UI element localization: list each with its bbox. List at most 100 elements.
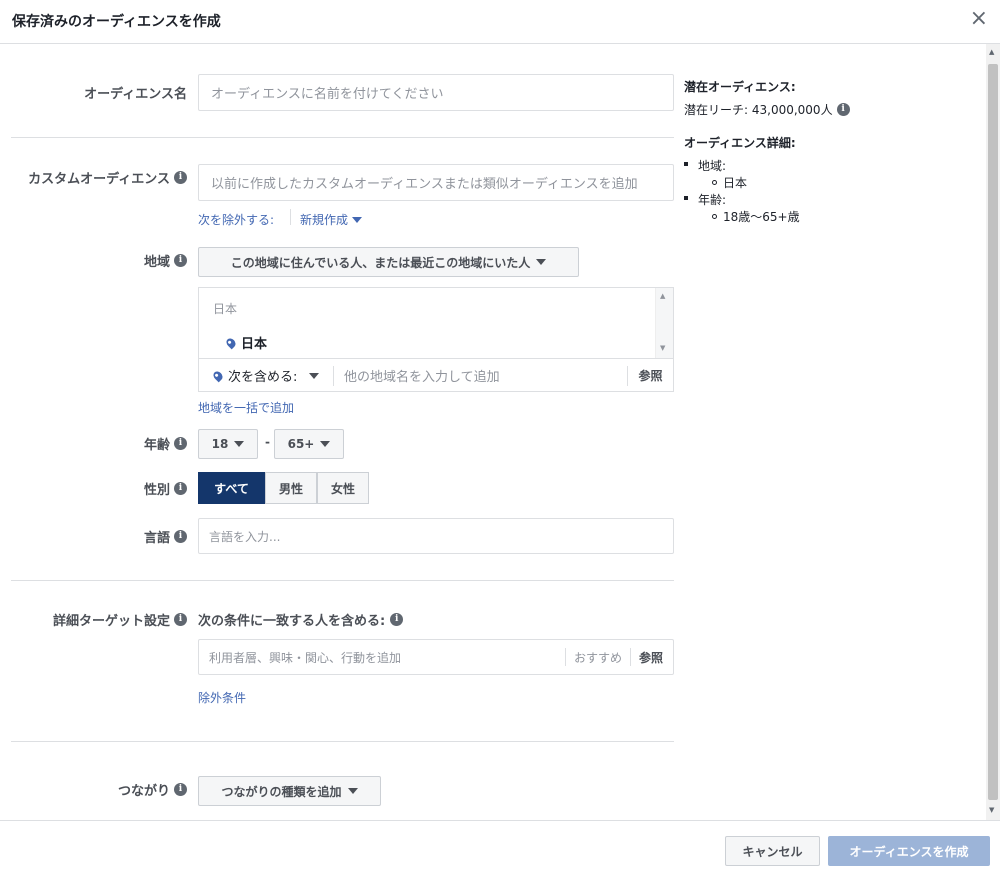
targeting-browse-button[interactable]: 参照 <box>629 648 673 666</box>
gender-option-female[interactable]: 女性 <box>317 472 369 504</box>
detailed-targeting-condition: 次の条件に一致する人を含める: i <box>198 609 404 629</box>
detail-age: 年齢: 18歳～65+歳 <box>684 191 974 225</box>
include-dropdown[interactable]: 次を含める: <box>199 365 334 386</box>
bullet-icon <box>684 196 688 200</box>
info-icon[interactable]: i <box>836 103 850 116</box>
gender-option-male[interactable]: 男性 <box>265 472 317 504</box>
location-item[interactable]: 日本 <box>224 333 268 352</box>
chevron-down-icon <box>234 441 245 447</box>
info-icon[interactable]: i <box>174 481 187 495</box>
location-pin-icon <box>211 369 225 382</box>
connections-dropdown-text: つながりの種類を追加 <box>221 784 342 799</box>
audience-name-label-text: オーディエンス名 <box>84 86 187 102</box>
potential-reach-text: 潜在リーチ: 43,000,000人 <box>684 103 833 117</box>
condition-text: 次の条件に一致する人を含める: <box>198 613 386 629</box>
link-separator <box>290 209 291 225</box>
create-new-text: 新規作成 <box>300 213 349 227</box>
custom-audience-label: カスタムオーディエンス i <box>11 167 187 187</box>
info-icon[interactable]: i <box>174 612 187 626</box>
audience-name-input[interactable]: オーディエンスに名前を付けてください <box>198 74 674 111</box>
scrollbar[interactable]: ▲ ▼ <box>986 44 1000 820</box>
detail-age-label: 年齢: <box>698 193 727 207</box>
chevron-down-icon <box>320 441 331 447</box>
location-item-text: 日本 <box>241 337 268 352</box>
detailed-targeting-placeholder: 利用者層、興味・関心、行動を追加 <box>209 650 402 665</box>
location-group-header: 日本 <box>213 302 238 316</box>
detailed-targeting-label-text: 詳細ターゲット設定 <box>52 613 170 629</box>
scroll-down-icon[interactable]: ▼ <box>989 806 994 814</box>
location-label-text: 地域 <box>143 254 170 270</box>
detailed-targeting-input[interactable]: 利用者層、興味・関心、行動を追加 おすすめ 参照 <box>198 639 674 675</box>
scroll-up-icon[interactable]: ▲ <box>660 292 665 300</box>
location-box: 日本 日本 ▲ ▼ 次を含める: 他の地域名を入力して追加 参照 <box>198 287 674 392</box>
potential-reach: 潜在リーチ: 43,000,000人 i <box>684 101 974 118</box>
language-label-text: 言語 <box>143 530 170 546</box>
footer-divider <box>0 820 1000 821</box>
location-list-scrollbar[interactable]: ▲ ▼ <box>655 288 673 358</box>
scroll-thumb[interactable] <box>988 64 998 800</box>
potential-audience-title: 潜在オーディエンス: <box>684 80 796 94</box>
create-new-link[interactable]: 新規作成 <box>300 211 363 228</box>
location-type-dropdown[interactable]: この地域に住んでいる人、または最近この地域にいた人 <box>198 247 579 277</box>
info-icon[interactable]: i <box>174 436 187 450</box>
dialog-header: 保存済みのオーディエンスを作成 × <box>0 0 1000 44</box>
audience-name-label: オーディエンス名 <box>11 82 187 102</box>
custom-audience-input[interactable]: 以前に作成したカスタムオーディエンスまたは類似オーディエンスを追加 <box>198 164 674 201</box>
info-icon[interactable]: i <box>390 612 404 626</box>
circle-bullet-icon <box>712 180 717 185</box>
exclude-custom-link[interactable]: 次を除外する: <box>198 211 274 228</box>
divider <box>11 137 674 138</box>
age-separator: - <box>265 435 270 449</box>
gender-selector: すべて 男性 女性 <box>198 472 369 504</box>
chevron-down-icon <box>309 372 320 379</box>
dialog-title: 保存済みのオーディエンスを作成 <box>12 14 221 30</box>
divider <box>11 580 674 581</box>
connections-label: つながり i <box>11 779 187 799</box>
exclude-targeting-link[interactable]: 除外条件 <box>198 689 246 706</box>
audience-details-title: オーディエンス詳細: <box>684 136 796 150</box>
chevron-down-icon <box>347 788 358 794</box>
detail-location-value: 日本 <box>712 174 974 191</box>
cancel-button[interactable]: キャンセル <box>725 836 820 866</box>
age-label-text: 年齢 <box>143 437 170 453</box>
scroll-up-icon[interactable]: ▲ <box>989 48 994 56</box>
age-max-text: 65+ <box>287 437 315 451</box>
connections-dropdown[interactable]: つながりの種類を追加 <box>198 776 381 806</box>
info-icon[interactable]: i <box>174 253 187 267</box>
age-label: 年齢 i <box>11 433 187 453</box>
age-min-dropdown[interactable]: 18 <box>198 429 258 459</box>
info-icon[interactable]: i <box>174 782 187 796</box>
age-max-dropdown[interactable]: 65+ <box>274 429 344 459</box>
age-min-text: 18 <box>211 437 229 451</box>
info-icon[interactable]: i <box>174 529 187 543</box>
language-input[interactable]: 言語を入力... <box>198 518 674 554</box>
detail-location: 地域: 日本 <box>684 157 974 191</box>
audience-name-placeholder: オーディエンスに名前を付けてください <box>211 87 444 102</box>
bulk-add-location-link[interactable]: 地域を一括で追加 <box>198 399 294 416</box>
audience-summary: 潜在オーディエンス: 潜在リーチ: 43,000,000人 i オーディエンス詳… <box>684 78 974 225</box>
connections-label-text: つながり <box>117 783 170 799</box>
suggestions-button[interactable]: おすすめ <box>564 648 630 666</box>
bullet-icon <box>684 162 688 166</box>
custom-audience-label-text: カスタムオーディエンス <box>28 171 170 187</box>
gender-label: 性別 i <box>11 478 187 498</box>
scroll-down-icon[interactable]: ▼ <box>660 344 665 352</box>
info-icon[interactable]: i <box>174 170 187 184</box>
close-icon[interactable]: × <box>970 6 988 32</box>
location-search-input[interactable]: 他の地域名を入力して追加 <box>334 366 627 385</box>
language-label: 言語 i <box>11 526 187 546</box>
detailed-targeting-label: 詳細ターゲット設定 i <box>11 609 187 629</box>
location-browse-button[interactable]: 参照 <box>627 365 673 386</box>
location-search-bar: 次を含める: 他の地域名を入力して追加 参照 <box>199 358 673 392</box>
gender-option-all[interactable]: すべて <box>198 472 265 504</box>
detail-location-label: 地域: <box>698 159 727 173</box>
divider <box>11 741 674 742</box>
location-type-text: この地域に住んでいる人、または最近この地域にいた人 <box>230 255 531 270</box>
location-pin-icon <box>224 336 238 349</box>
circle-bullet-icon <box>712 214 717 219</box>
custom-audience-placeholder: 以前に作成したカスタムオーディエンスまたは類似オーディエンスを追加 <box>211 177 638 192</box>
gender-label-text: 性別 <box>143 482 170 498</box>
include-label: 次を含める: <box>228 370 298 385</box>
chevron-down-icon <box>352 216 363 223</box>
create-audience-button[interactable]: オーディエンスを作成 <box>828 836 990 866</box>
